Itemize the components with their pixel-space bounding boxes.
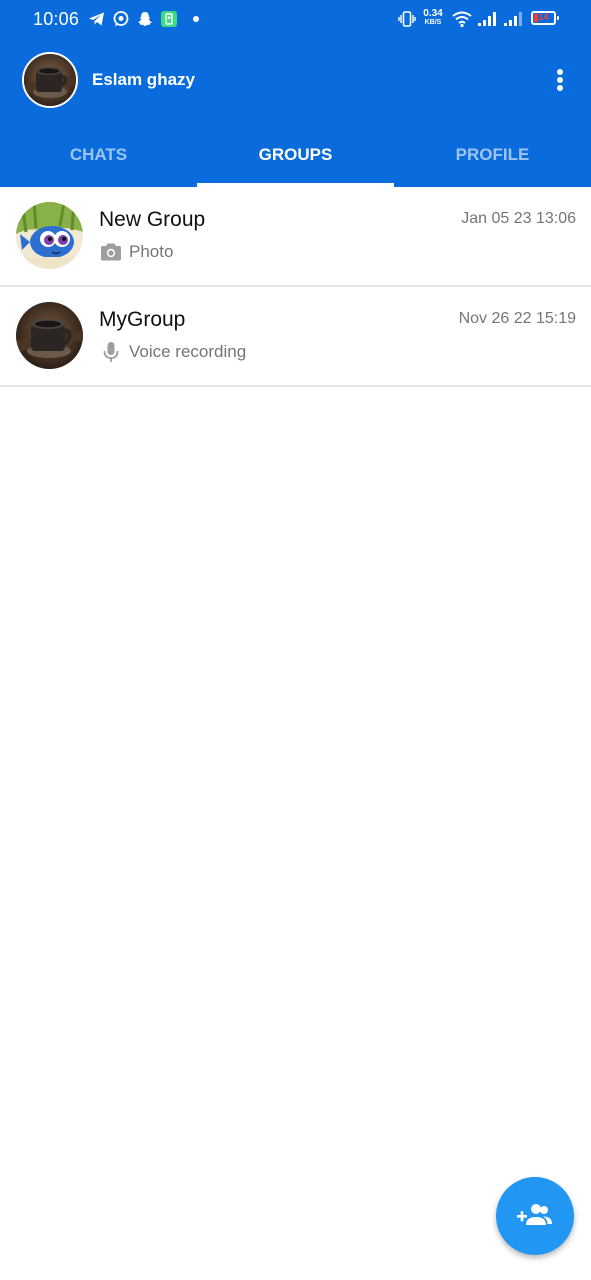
more-vertical-icon[interactable] bbox=[548, 64, 572, 96]
dot-icon bbox=[193, 16, 199, 22]
last-message-text: Photo bbox=[129, 242, 174, 261]
microphone-icon bbox=[99, 340, 123, 364]
signal-icon-2 bbox=[503, 10, 523, 33]
group-name: MyGroup bbox=[99, 308, 186, 331]
group-time: Nov 26 22 15:19 bbox=[458, 310, 576, 327]
whatsapp-icon bbox=[112, 10, 130, 33]
telegram-icon bbox=[88, 10, 106, 33]
group-name: New Group bbox=[99, 208, 206, 231]
notification-app-icon bbox=[160, 10, 178, 33]
battery-icon: 14 bbox=[531, 11, 559, 25]
group-avatar bbox=[16, 202, 83, 269]
group-list: New Group Jan 05 23 13:06 Photo MyGroup … bbox=[0, 187, 591, 387]
group-avatar bbox=[16, 302, 83, 369]
profile-avatar[interactable] bbox=[22, 52, 78, 108]
status-time: 10:06 bbox=[33, 9, 80, 29]
snapchat-icon bbox=[136, 10, 154, 33]
add-group-icon bbox=[517, 1204, 552, 1225]
tab-groups[interactable]: GROUPS bbox=[197, 126, 394, 187]
camera-icon bbox=[99, 240, 123, 264]
status-bar: 10:06 0.34 KB/S 14 bbox=[0, 0, 591, 38]
last-message-text: Voice recording bbox=[129, 342, 247, 361]
list-item[interactable]: MyGroup Nov 26 22 15:19 Voice recording bbox=[0, 287, 591, 387]
signal-icon bbox=[477, 10, 497, 33]
add-group-button[interactable] bbox=[496, 1177, 574, 1255]
battery-level: 14 bbox=[538, 12, 549, 22]
app-bar: 10:06 0.34 KB/S 14 Eslam ghazy CHATS GRO… bbox=[0, 0, 591, 187]
network-speed: 0.34 KB/S bbox=[423, 8, 443, 27]
group-time: Jan 05 23 13:06 bbox=[461, 210, 576, 227]
user-name[interactable]: Eslam ghazy bbox=[92, 70, 195, 90]
last-message: Voice recording bbox=[99, 340, 246, 364]
last-message: Photo bbox=[99, 240, 173, 264]
tab-chats[interactable]: CHATS bbox=[0, 126, 197, 187]
list-item[interactable]: New Group Jan 05 23 13:06 Photo bbox=[0, 187, 591, 287]
wifi-icon bbox=[452, 10, 472, 33]
tab-bar: CHATS GROUPS PROFILE bbox=[0, 126, 591, 187]
vibrate-icon bbox=[398, 10, 416, 33]
tab-profile[interactable]: PROFILE bbox=[394, 126, 591, 187]
